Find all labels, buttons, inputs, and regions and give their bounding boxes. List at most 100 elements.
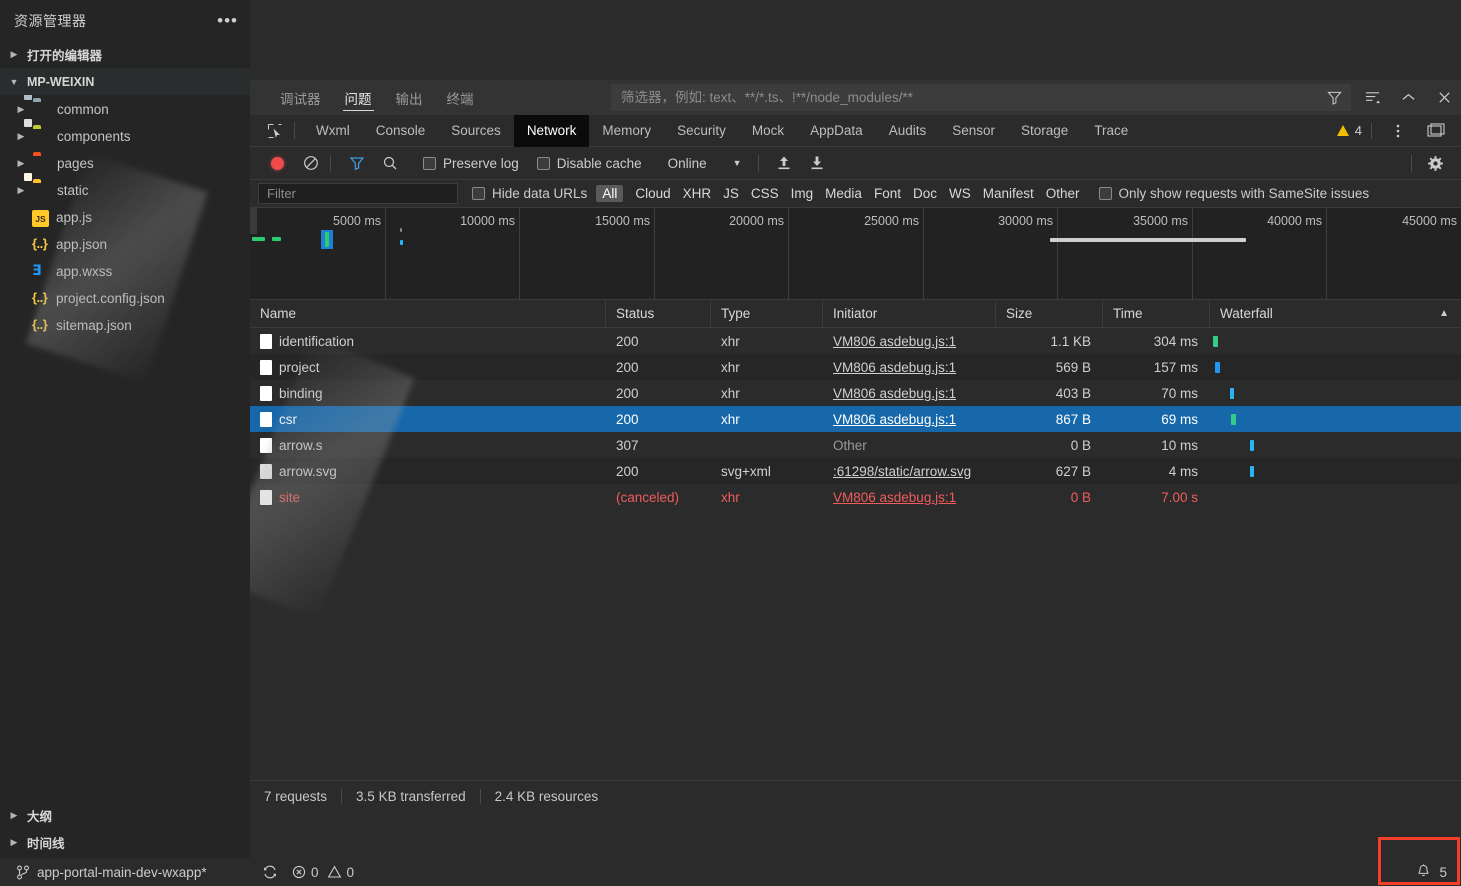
notifications-button[interactable]: 5 (1402, 858, 1461, 886)
table-row[interactable]: binding 200 xhr VM806 asdebug.js:1 403 B 70 m… (250, 380, 1461, 406)
disable-cache-label: Disable cache (556, 155, 642, 171)
status-branch-name[interactable]: app-portal-main-dev-wxapp* (37, 865, 207, 880)
collapse-all-icon[interactable] (1355, 83, 1389, 113)
tree-item-app-json[interactable]: {..} app.json (0, 231, 250, 258)
cell-time-text: 4 ms (1168, 463, 1198, 479)
warning-count-badge[interactable]: 4 (1336, 123, 1362, 138)
table-row[interactable]: arrow.svg 200 svg+xml:61298/static/arrow.s… (250, 458, 1461, 484)
throttling-select[interactable]: Online ▼ (668, 156, 742, 171)
column-header-waterfall[interactable]: Waterfall ▲ (1210, 300, 1461, 328)
column-header-name[interactable]: Name (250, 299, 606, 328)
warning-count[interactable]: 0 (327, 865, 354, 880)
tree-item-pages[interactable]: ▶ pages (0, 150, 250, 177)
sidebar-section-open-editors[interactable]: ▶ 打开的编辑器 (0, 41, 250, 68)
panel-tab-problems[interactable]: 问题 (333, 80, 384, 115)
column-header-time[interactable]: Time (1103, 299, 1210, 328)
tab-sensor[interactable]: Sensor (939, 115, 1008, 147)
tab-network[interactable]: Network (513, 114, 590, 147)
problems-filter-input[interactable] (621, 90, 1317, 105)
error-count[interactable]: 0 (292, 865, 319, 880)
funnel-icon[interactable] (341, 149, 372, 177)
tree-item-common[interactable]: ▶ common (0, 95, 250, 123)
tree-item-sitemap-json[interactable]: {..} sitemap.json (0, 312, 250, 339)
tab-security[interactable]: Security (664, 115, 739, 147)
download-har-icon[interactable] (802, 149, 833, 177)
cell-size: 1.1 KB (996, 328, 1103, 354)
disable-cache-checkbox[interactable]: Disable cache (536, 155, 642, 171)
tab-appdata[interactable]: AppData (797, 115, 876, 147)
source-control-branch-icon[interactable] (16, 865, 30, 880)
resource-type-doc[interactable]: Doc (907, 185, 943, 202)
resource-type-js[interactable]: JS (717, 185, 745, 202)
gear-icon[interactable] (1420, 149, 1451, 177)
column-header-status[interactable]: Status (606, 299, 711, 328)
network-overview-timeline[interactable]: 5000 ms 10000 ms 15000 ms 20000 ms 25000 ms 3… (250, 208, 1461, 300)
problems-filter-box[interactable] (611, 84, 1351, 111)
overview-tick-line (1057, 208, 1058, 299)
tree-item-static[interactable]: ▶ static (0, 173, 250, 204)
empty-editor-area (250, 0, 1461, 80)
file-type-icon (260, 463, 272, 479)
table-row[interactable]: csr 200 xhr VM806 asdebug.js:1 867 B 69 ms (250, 406, 1461, 432)
devtools-tab-strip: Wxml Console Sources Network Memory Secu… (250, 114, 1461, 147)
preserve-log-checkbox[interactable]: Preserve log (423, 156, 519, 171)
samesite-issues-checkbox[interactable]: Only show requests with SameSite issues (1098, 186, 1369, 201)
resource-type-css[interactable]: CSS (745, 185, 785, 202)
tab-memory[interactable]: Memory (589, 115, 664, 147)
panel-tab-strip: 调试器 问题 输出 终端 (250, 80, 1461, 115)
network-filter-box[interactable] (258, 183, 458, 204)
tree-item-project-config-json[interactable]: {..} project.config.json (0, 285, 250, 312)
cell-size-text: 403 B (1055, 385, 1091, 401)
close-icon[interactable] (1427, 83, 1461, 113)
table-row[interactable]: identification 200 xhr VM806 asdebug.js:1 1.… (250, 328, 1461, 354)
column-header-type[interactable]: Type (711, 299, 823, 328)
table-row[interactable]: arrow.s 307 Other 0 B 10 ms (250, 432, 1461, 458)
network-table-body[interactable]: identification 200 xhr VM806 asdebug.js:1 1.… (250, 328, 1461, 780)
resource-type-cloud[interactable]: Cloud (629, 185, 676, 202)
sidebar-section-outline[interactable]: ▶ 大纲 (0, 802, 250, 829)
tab-sources[interactable]: Sources (438, 115, 514, 147)
funnel-filter-icon[interactable] (1317, 83, 1351, 113)
tree-item-app-wxss[interactable]: Ǝ app.wxss (0, 258, 250, 285)
resource-type-all[interactable]: All (596, 185, 624, 202)
network-filter-input[interactable] (267, 186, 457, 201)
resource-type-media[interactable]: Media (819, 185, 868, 202)
tab-storage[interactable]: Storage (1008, 115, 1081, 147)
table-row[interactable]: site (canceled) xhr VM806 asdebug.js:1 0 B 7.… (250, 484, 1461, 510)
tree-item-app-js[interactable]: JS app.js (0, 204, 250, 231)
upload-har-icon[interactable] (769, 149, 800, 177)
resource-type-manifest[interactable]: Manifest (977, 185, 1040, 202)
table-row[interactable]: project 200 xhr VM806 asdebug.js:1 569 B 157 … (250, 354, 1461, 380)
column-header-size[interactable]: Size (996, 299, 1103, 328)
sidebar-section-timeline[interactable]: ▶ 时间线 (0, 829, 250, 856)
tab-trace[interactable]: Trace (1081, 115, 1141, 147)
panel-tab-debugger[interactable]: 调试器 (268, 80, 333, 115)
resource-type-font[interactable]: Font (868, 185, 907, 202)
ellipsis-icon[interactable]: ••• (217, 12, 238, 29)
inspect-element-icon[interactable] (258, 123, 292, 139)
resource-type-ws[interactable]: WS (943, 185, 977, 202)
chevron-up-icon[interactable] (1391, 83, 1425, 113)
tab-mock[interactable]: Mock (739, 115, 797, 147)
record-stop-icon[interactable] (262, 149, 293, 177)
column-header-initiator[interactable]: Initiator (823, 299, 996, 328)
resource-type-img[interactable]: Img (785, 185, 820, 202)
panel-tab-output[interactable]: 输出 (384, 80, 435, 115)
resource-type-xhr[interactable]: XHR (677, 185, 718, 202)
sidebar-section-mp-weixin[interactable]: ▼ MP-WEIXIN (0, 68, 250, 95)
clear-network-icon[interactable] (295, 149, 326, 177)
sync-icon[interactable] (262, 864, 278, 880)
resource-type-other[interactable]: Other (1040, 185, 1086, 202)
magnifier-icon[interactable] (374, 149, 405, 177)
tab-audits[interactable]: Audits (876, 115, 940, 147)
sort-ascending-icon[interactable]: ▲ (1439, 308, 1449, 319)
kebab-menu-icon[interactable] (1381, 116, 1415, 146)
overview-range-bar[interactable] (1050, 238, 1246, 242)
tree-item-components[interactable]: ▶ components (0, 119, 250, 150)
hide-data-urls-checkbox[interactable]: Hide data URLs (472, 186, 587, 201)
overview-left-handle[interactable] (250, 208, 257, 234)
dock-panel-icon[interactable] (1419, 116, 1453, 146)
tab-wxml[interactable]: Wxml (303, 115, 363, 147)
panel-tab-terminal[interactable]: 终端 (435, 80, 486, 115)
tab-console[interactable]: Console (363, 115, 439, 147)
